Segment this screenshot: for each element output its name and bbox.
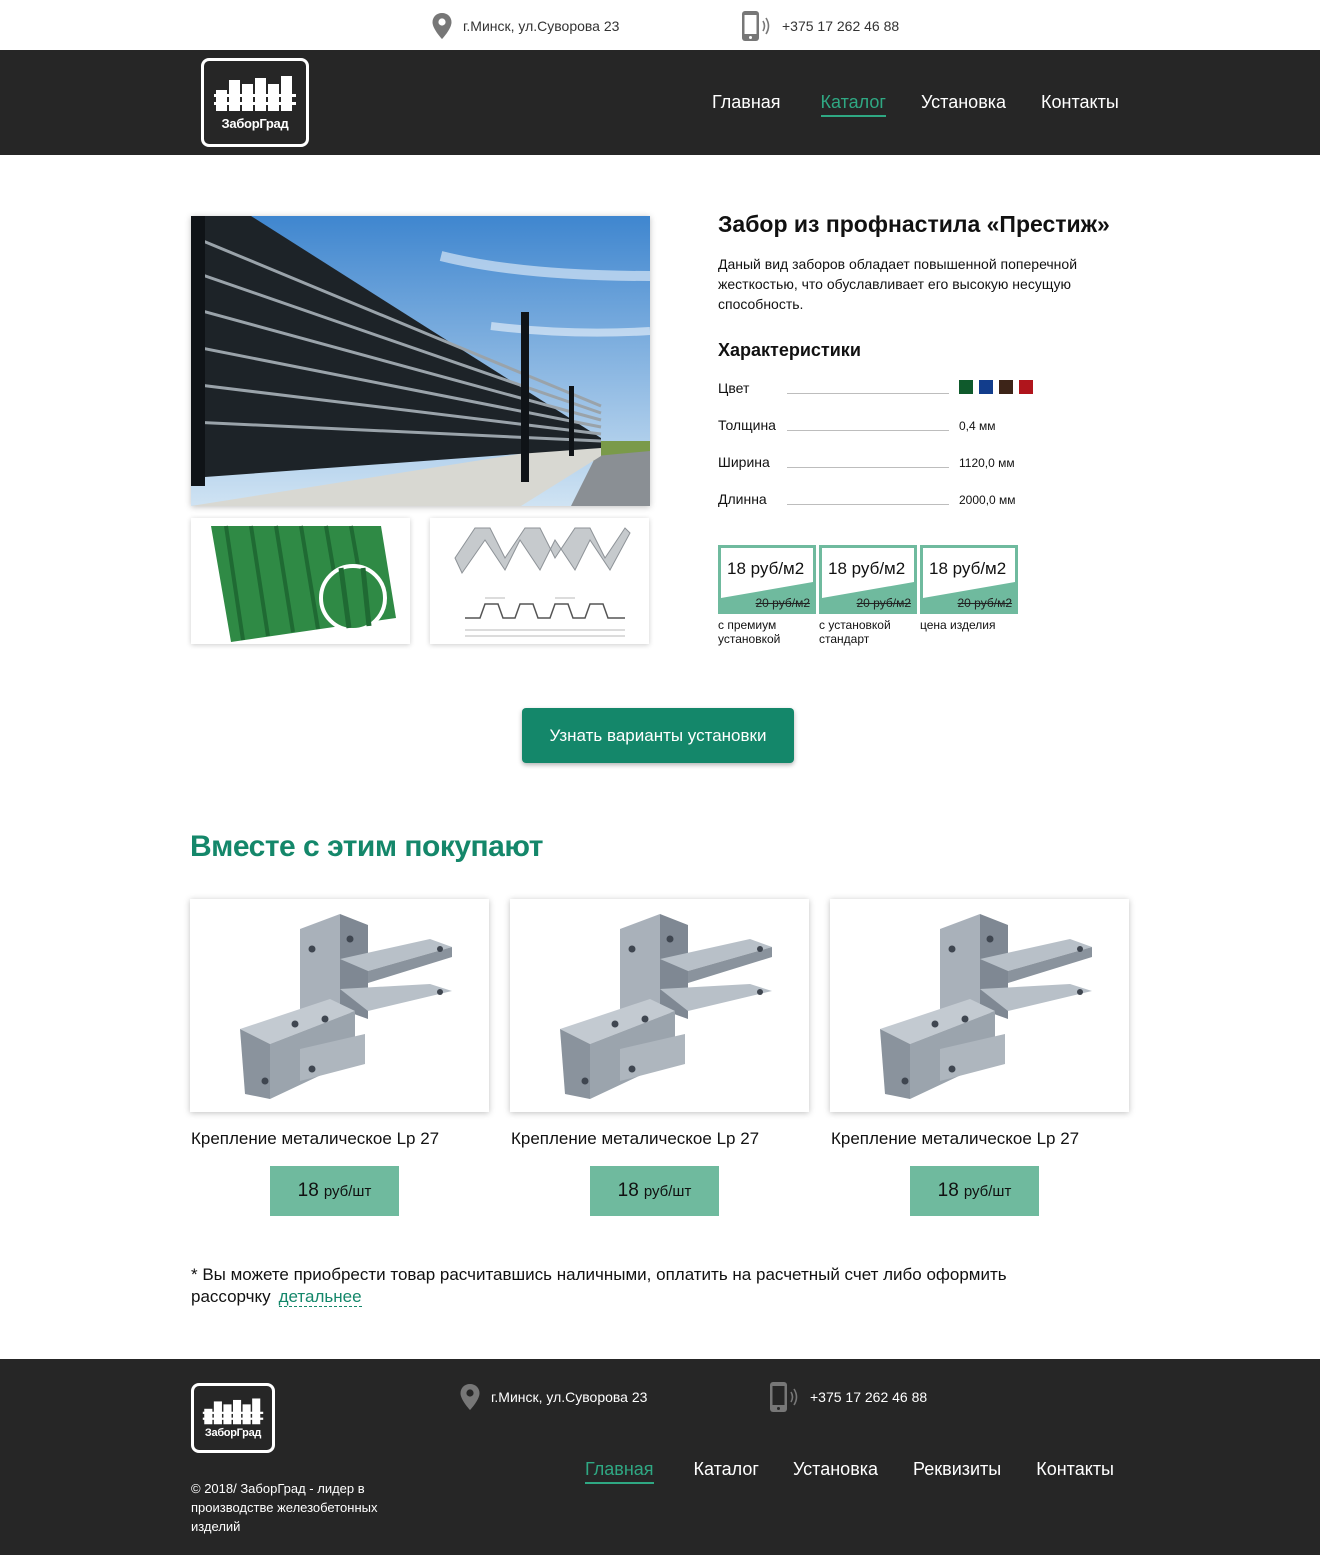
related-item-unit: руб/шт [963, 1182, 1012, 1200]
related-item-image[interactable] [830, 899, 1129, 1112]
mobile-phone-icon [742, 11, 770, 41]
green-profile-sheet [211, 525, 396, 642]
color-swatch-green[interactable] [959, 380, 973, 394]
footer-nav-installation[interactable]: Установка [793, 1459, 878, 1484]
price-option-product[interactable]: 18 руб/м2 20 руб/м2 [920, 545, 1018, 614]
nav-item-catalog[interactable]: Каталог [820, 92, 886, 117]
footer-nav-requisites[interactable]: Реквизиты [913, 1459, 1001, 1484]
price-current: 18 руб/м2 [727, 559, 805, 578]
footer-address: г.Минск, ул.Суворова 23 [459, 1383, 647, 1411]
price-old: 20 руб/м2 [957, 596, 1013, 610]
site-header: ЗаборГрад Главная Каталог Установка Конт… [0, 50, 1320, 155]
footer-phone-text[interactable]: +375 17 262 46 88 [810, 1389, 927, 1405]
product-main-image[interactable] [191, 216, 650, 506]
related-item-unit: руб/шт [323, 1182, 372, 1200]
spec-label: Длинна [718, 491, 767, 507]
footer-nav-catalog[interactable]: Каталог [694, 1459, 759, 1484]
product-title: Забор из профнастила «Престиж» [718, 211, 1110, 237]
related-item-image[interactable] [510, 899, 809, 1112]
related-item-name[interactable]: Крепление металическое Lp 27 [831, 1129, 1079, 1149]
product-thumb-profile[interactable] [430, 518, 649, 644]
price-old: 20 руб/м2 [755, 596, 811, 610]
mobile-phone-icon [770, 1382, 798, 1412]
related-item-name[interactable]: Крепление металическое Lp 27 [511, 1129, 759, 1149]
top-address: г.Минск, ул.Суворова 23 [431, 12, 619, 40]
product-thumb-sheet[interactable] [191, 518, 410, 644]
spec-row-length: Длинна 2000,0 мм [718, 491, 1078, 511]
map-pin-icon [432, 13, 452, 39]
metal-bracket-image [560, 914, 772, 1099]
top-phone[interactable]: +375 17 262 46 88 [740, 10, 899, 42]
price-option-premium[interactable]: 18 руб/м2 20 руб/м2 [718, 545, 816, 614]
nav-item-contacts[interactable]: Контакты [1041, 92, 1119, 117]
footer-logo[interactable]: ЗаборГрад [191, 1383, 275, 1453]
main-nav: Главная Каталог Установка Контакты [712, 92, 1119, 117]
spec-value: 0,4 мм [959, 419, 996, 433]
profile-drawing [454, 527, 631, 637]
metal-bracket-image [880, 914, 1092, 1099]
footer-nav: Главная Каталог Установка Реквизиты Конт… [585, 1459, 1114, 1484]
spec-divider [787, 430, 949, 431]
spec-label: Толщина [718, 417, 776, 433]
metal-bracket-image [240, 914, 452, 1099]
footer-nav-contacts[interactable]: Контакты [1036, 1459, 1114, 1484]
site-footer: ЗаборГрад г.Минск, ул.Суворова 23 +375 1… [0, 1359, 1320, 1555]
spec-row-thickness: Толщина 0,4 мм [718, 417, 1078, 437]
footer-nav-home[interactable]: Главная [585, 1459, 654, 1484]
price-option-standard[interactable]: 18 руб/м2 20 руб/м2 [819, 545, 917, 614]
price-current: 18 руб/м2 [828, 559, 906, 578]
color-swatch-blue[interactable] [979, 380, 993, 394]
related-item-price: 18 [297, 1180, 319, 1201]
color-swatch-red[interactable] [1019, 380, 1033, 394]
related-item-price-button[interactable]: 18 руб/шт [270, 1166, 399, 1216]
spec-label: Ширина [718, 454, 770, 470]
fence-logo-icon [202, 1398, 264, 1425]
price-old: 20 руб/м2 [856, 596, 912, 610]
map-pin-icon [460, 1384, 480, 1410]
spec-label: Цвет [718, 380, 750, 396]
related-section-title: Вместе с этим покупают [190, 830, 543, 863]
installation-options-button[interactable]: Узнать варианты установки [522, 708, 794, 763]
footer-logo-text: ЗаборГрад [204, 1427, 262, 1439]
color-swatch-brown[interactable] [999, 380, 1013, 394]
spec-divider [787, 393, 949, 394]
related-item-name[interactable]: Крепление металическое Lp 27 [191, 1129, 439, 1149]
related-item-image[interactable] [190, 899, 489, 1112]
related-item-price: 18 [937, 1180, 959, 1201]
details-link[interactable]: детальнее [278, 1287, 362, 1307]
spec-value: 1120,0 мм [959, 456, 1015, 470]
copyright-text: © 2018/ ЗаборГрад - лидер в производстве… [191, 1481, 378, 1534]
related-item-price: 18 [617, 1180, 639, 1201]
price-current: 18 руб/м2 [929, 559, 1007, 578]
top-contact-bar: г.Минск, ул.Суворова 23 +375 17 262 46 8… [0, 0, 1320, 50]
spec-value: 2000,0 мм [959, 493, 1016, 507]
spec-divider [787, 504, 949, 505]
top-phone-text[interactable]: +375 17 262 46 88 [782, 18, 899, 34]
price-caption: с премиум установкой [718, 618, 781, 646]
logo-text: ЗаборГрад [221, 116, 289, 131]
payment-note: * Вы можете приобрести товар расчитавшис… [191, 1264, 1011, 1308]
product-description: Даный вид заборов обладает повышенной по… [718, 256, 1078, 312]
nav-item-installation[interactable]: Установка [921, 92, 1006, 117]
related-item-price-button[interactable]: 18 руб/шт [910, 1166, 1039, 1216]
price-caption: с установкой стандарт [819, 618, 891, 646]
spec-row-width: Ширина 1120,0 мм [718, 454, 1078, 474]
related-item-price-button[interactable]: 18 руб/шт [590, 1166, 719, 1216]
fence-logo-icon [214, 76, 296, 111]
related-item-unit: руб/шт [643, 1182, 692, 1200]
spec-row-color: Цвет [718, 380, 1078, 400]
nav-item-home[interactable]: Главная [712, 92, 781, 117]
top-address-text: г.Минск, ул.Суворова 23 [463, 18, 620, 34]
spec-divider [787, 467, 949, 468]
fence-photo [191, 216, 650, 506]
footer-phone[interactable]: +375 17 262 46 88 [768, 1381, 927, 1413]
site-logo[interactable]: ЗаборГрад [201, 58, 309, 147]
specs-title: Характеристики [718, 340, 861, 360]
footer-address-text: г.Минск, ул.Суворова 23 [491, 1389, 648, 1405]
price-caption: цена изделия [920, 618, 996, 632]
